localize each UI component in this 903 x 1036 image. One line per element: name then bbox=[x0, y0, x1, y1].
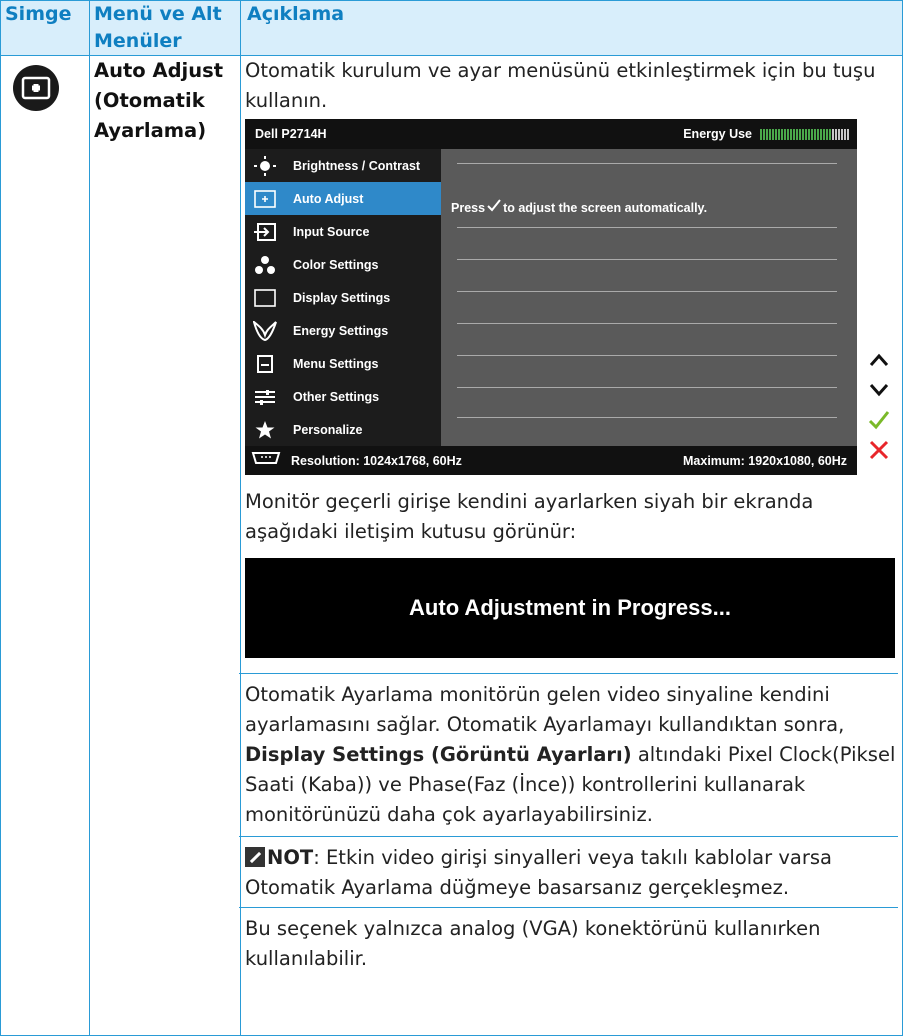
input-source-icon bbox=[253, 222, 277, 242]
osd-menu-label: Color Settings bbox=[293, 257, 379, 272]
osd-side-buttons bbox=[864, 345, 894, 465]
header-description: Açıklama bbox=[240, 0, 903, 56]
osd-menu-label: Personalize bbox=[293, 422, 363, 437]
intro-text: Otomatik kurulum ve ayar menüsünü etkinl… bbox=[245, 59, 876, 112]
check-icon bbox=[487, 193, 501, 223]
table-row: Auto Adjust (Otomatik Ayarlama) Otomatik… bbox=[0, 55, 903, 1036]
energy-bar bbox=[760, 128, 849, 140]
osd-menu: Brightness / Contrast Auto Adjust Input So… bbox=[245, 149, 441, 446]
msg-press: Press bbox=[451, 201, 486, 215]
osd-menu-item[interactable]: Menu Settings bbox=[245, 347, 441, 380]
description-cell: Otomatik kurulum ve ayar menüsünü etkinl… bbox=[239, 55, 903, 1036]
note-text: : Etkin video girişi sinyalleri veya tak… bbox=[245, 846, 832, 899]
brightness-icon bbox=[253, 155, 277, 176]
osd-menu-item[interactable]: Auto Adjust bbox=[245, 182, 441, 215]
para-before: Otomatik Ayarlama monitörün gelen video … bbox=[245, 683, 845, 736]
osd-menu-item[interactable]: Energy Settings bbox=[245, 314, 441, 347]
vga-connector-icon bbox=[251, 446, 281, 476]
msg-rest: to adjust the screen automatically. bbox=[503, 201, 708, 215]
dialog-intro: Monitör geçerli girişe kendini ayarlarke… bbox=[245, 490, 814, 543]
maximum-text: Maximum: 1920x1080, 60Hz bbox=[683, 453, 847, 468]
osd-menu-item[interactable]: Display Settings bbox=[245, 281, 441, 314]
menu-settings-icon bbox=[253, 354, 277, 374]
osd-status-bar: Resolution: 1024x1768, 60Hz Maximum: 192… bbox=[245, 446, 857, 475]
osd-title-bar: Dell P2714H Energy Use bbox=[245, 119, 857, 149]
energy-label: Energy Use bbox=[683, 127, 752, 141]
menu-name: Auto Adjust (Otomatik Ayarlama) bbox=[89, 55, 241, 1036]
osd-menu-item[interactable]: Other Settings bbox=[245, 380, 441, 413]
icon-cell bbox=[0, 55, 90, 1036]
osd-menu-item[interactable]: Input Source bbox=[245, 215, 441, 248]
star-icon bbox=[253, 420, 277, 440]
osd-menu-label: Input Source bbox=[293, 224, 370, 239]
osd-window: Dell P2714H Energy Use Brightness / Cont… bbox=[245, 119, 857, 475]
osd-menu-label: Brightness / Contrast bbox=[293, 158, 421, 173]
vga-note: Bu seçenek yalnızca analog (VGA) konektö… bbox=[239, 907, 898, 978]
check-icon[interactable] bbox=[868, 405, 890, 435]
pencil-icon bbox=[245, 847, 265, 867]
osd-menu-item[interactable]: Brightness / Contrast bbox=[245, 149, 441, 182]
up-arrow-icon[interactable] bbox=[869, 345, 889, 375]
osd-menu-label: Menu Settings bbox=[293, 356, 379, 371]
auto-adjust-icon bbox=[13, 65, 59, 111]
para-bold: Display Settings (Görüntü Ayarları) bbox=[245, 743, 632, 766]
close-icon[interactable] bbox=[869, 435, 889, 465]
osd-menu-label: Energy Settings bbox=[293, 323, 389, 338]
osd-menu-label: Auto Adjust bbox=[293, 191, 364, 206]
other-settings-icon bbox=[253, 387, 277, 407]
down-arrow-icon[interactable] bbox=[869, 375, 889, 405]
osd-message: Press to adjust the screen automatically… bbox=[451, 193, 707, 223]
osd-menu-label: Display Settings bbox=[293, 290, 391, 305]
note-label: NOT bbox=[267, 846, 314, 869]
header-icon: Simge bbox=[0, 0, 90, 56]
auto-adjust-dialog: Auto Adjustment in Progress... bbox=[245, 558, 895, 658]
osd-screenshot: Dell P2714H Energy Use Brightness / Cont… bbox=[245, 119, 895, 475]
auto-adjust-icon bbox=[253, 189, 277, 209]
color-settings-icon bbox=[253, 255, 277, 275]
display-settings-icon bbox=[253, 288, 277, 308]
table-header-row: Simge Menü ve Alt Menüler Açıklama bbox=[0, 0, 903, 56]
osd-menu-label: Other Settings bbox=[293, 389, 380, 404]
note-paragraph: NOT: Etkin video girişi sinyalleri veya … bbox=[239, 836, 898, 907]
osd-content: Press to adjust the screen automatically… bbox=[441, 149, 857, 446]
energy-meter: Energy Use bbox=[683, 119, 849, 149]
osd-menu-item[interactable]: Color Settings bbox=[245, 248, 441, 281]
auto-adjust-paragraph: Otomatik Ayarlama monitörün gelen video … bbox=[239, 673, 898, 836]
resolution-text: Resolution: 1024x1768, 60Hz bbox=[291, 453, 462, 468]
osd-menu-item[interactable]: Personalize bbox=[245, 413, 441, 446]
energy-settings-icon bbox=[253, 320, 277, 341]
menu-table: Simge Menü ve Alt Menüler Açıklama Auto … bbox=[0, 0, 903, 1036]
header-menu: Menü ve Alt Menüler bbox=[89, 0, 241, 56]
osd-model: Dell P2714H bbox=[255, 127, 327, 141]
